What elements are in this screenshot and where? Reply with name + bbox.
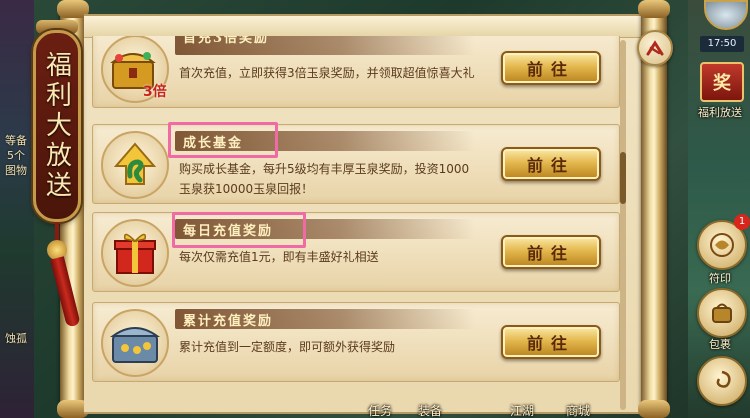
seal-notification-badge: 1 (734, 214, 750, 230)
row-description: 首次充值，立即获得3倍玉泉奖励，并领取超值惊喜大礼 (179, 66, 475, 80)
panel-top-strip (84, 16, 644, 38)
growth-fund-icon (101, 131, 169, 199)
left-hud-text-1: 等备 (5, 134, 27, 147)
swirl-icon (716, 370, 731, 388)
close-icon (646, 40, 664, 56)
left-hud-text-3: 图物 (5, 164, 27, 177)
skill-orb-button[interactable] (697, 356, 747, 406)
row-description: 购买成长基金，每升5级均有丰厚玉泉奖励，投资1000玉泉获10000玉泉回报！ (179, 162, 470, 196)
bottom-nav-equipment[interactable]: 装备 (418, 402, 442, 418)
go-button-cumulative-recharge[interactable]: 前往 (501, 325, 601, 359)
list-scrollbar-track[interactable] (620, 40, 626, 410)
roller-cap-bottom-right (638, 400, 670, 418)
banner-title: 福利大放送 (41, 51, 72, 201)
go-button-growth-fund[interactable]: 前往 (501, 147, 601, 181)
game-background-left (0, 0, 34, 418)
roller-cap-top-right (638, 0, 670, 18)
highlight-growth-fund (168, 122, 278, 158)
left-hud-text-2: 5个 (7, 149, 25, 162)
close-button[interactable] (637, 30, 673, 66)
list-scrollbar-thumb[interactable] (620, 152, 626, 204)
go-button-first-recharge[interactable]: 前往 (501, 51, 601, 85)
clock-time: 17:50 (700, 36, 744, 52)
silver-chest-icon (101, 309, 169, 377)
bag-button[interactable] (697, 288, 747, 338)
bag-icon (712, 303, 732, 323)
row-title: 首充3倍奖励 (183, 36, 270, 46)
bottom-nav-shop[interactable]: 商城 (566, 402, 590, 418)
go-button-daily-recharge[interactable]: 前往 (501, 235, 601, 269)
activity-row-first-recharge: 3倍 首充3倍奖励 首次充值，立即获得3倍玉泉奖励，并领取超值惊喜大礼 前往 (92, 36, 620, 108)
left-hud-text-4: 蚀孤 (5, 332, 27, 345)
seal-icon (710, 233, 734, 257)
welfare-icon-button[interactable]: 奖 (700, 62, 744, 102)
bottom-nav-jianghu[interactable]: 江湖 (510, 402, 534, 418)
row-description: 每次仅需充值1元，即有丰盛好礼相送 (179, 250, 379, 264)
seal-label: 符印 (709, 272, 731, 285)
bottom-nav-task[interactable]: 任务 (368, 402, 392, 418)
row-description: 累计充值到一定额度，即可额外获得奖励 (179, 340, 396, 354)
triple-badge-text: 3倍 (143, 84, 167, 100)
row-title: 累计充值奖励 (183, 314, 274, 329)
bag-label: 包裹 (709, 338, 731, 351)
gift-box-icon (101, 219, 169, 287)
welfare-label: 福利放送 (698, 106, 742, 119)
welfare-banner: 福利大放送 (33, 30, 81, 222)
highlight-daily-recharge (172, 212, 306, 248)
activity-row-cumulative-recharge: 累计充值奖励 累计充值到一定额度，即可额外获得奖励 前往 (92, 302, 620, 382)
